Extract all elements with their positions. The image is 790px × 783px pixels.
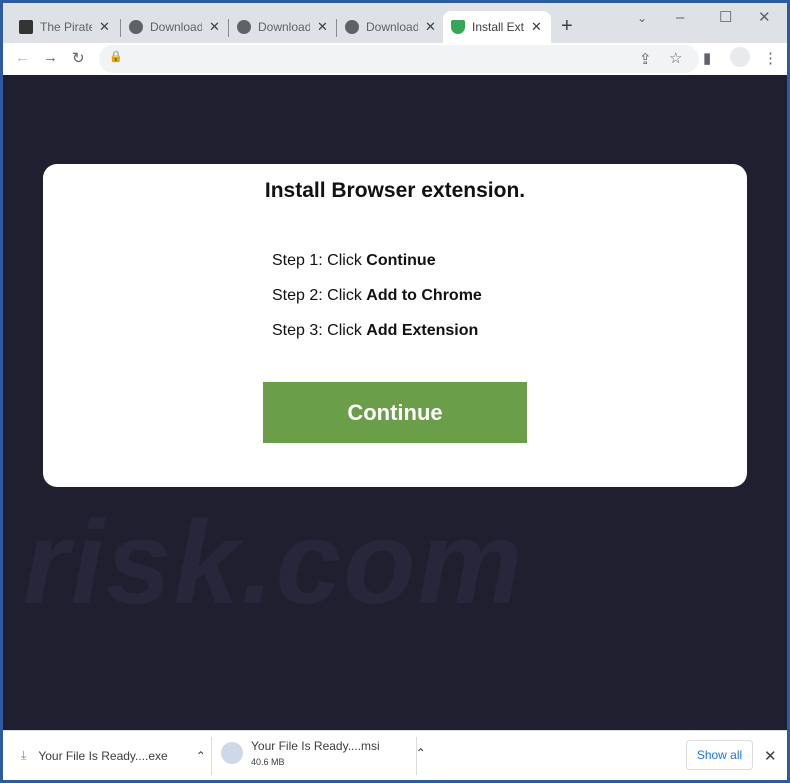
download-bar: ⤓ Your File Is Ready....exe ⌃ Your File Is… — [3, 730, 787, 780]
tab-download-2[interactable]: Download ✕ — [229, 11, 337, 43]
tab-download-3[interactable]: Download ✕ — [337, 11, 445, 43]
close-download-bar-button[interactable]: ✕ — [764, 747, 777, 765]
tab-strip: The Pirate Bay✕ Download✕ Download✕ Down… — [3, 3, 787, 43]
maximize-button[interactable]: ☐ — [719, 8, 732, 26]
close-tab-icon[interactable]: ✕ — [531, 19, 542, 35]
bookmark-star-icon[interactable]: ☆ — [669, 49, 682, 67]
download-item-exe[interactable]: ⤓ Your File Is Ready....exe ⌃ — [21, 748, 206, 763]
tab-install-extension[interactable]: Install Extension✕ — [443, 11, 551, 43]
close-tab-icon[interactable]: ✕ — [317, 19, 328, 35]
installer-icon — [221, 742, 243, 764]
step-2: Step 2: Click Add to Chrome — [272, 287, 482, 304]
profile-avatar[interactable] — [730, 47, 750, 67]
page-title: Install Browser extension. — [264, 179, 526, 202]
forward-button[interactable]: → — [43, 49, 58, 66]
side-panel-icon[interactable]: ▮ — [703, 49, 711, 67]
browser-window: The Pirate Bay✕ Download✕ Download✕ Down… — [3, 3, 787, 780]
show-all-button[interactable]: Show all — [686, 740, 753, 770]
page-content: PC risk.com Install Browser extension. S… — [3, 75, 787, 730]
back-button[interactable]: ← — [15, 49, 30, 66]
close-tab-icon[interactable]: ✕ — [425, 19, 436, 35]
globe-icon — [237, 20, 251, 34]
address-bar[interactable]: 🔒 ⇪ ☆ — [99, 45, 699, 73]
step-3: Step 3: Click Add Extension — [272, 322, 479, 339]
reload-button[interactable]: ↻ — [72, 49, 85, 67]
tab-pirate-bay[interactable]: The Pirate Bay✕ — [11, 11, 119, 43]
chevron-up-icon[interactable]: ⌃ — [416, 746, 426, 760]
close-tab-icon[interactable]: ✕ — [99, 19, 110, 35]
watermark-text: risk.com — [23, 497, 525, 629]
globe-icon — [129, 20, 143, 34]
close-tab-icon[interactable]: ✕ — [209, 19, 220, 35]
download-item-msi[interactable]: Your File Is Ready....msi 40.6 MB ⌃ — [221, 739, 426, 767]
globe-icon — [345, 20, 359, 34]
lock-icon: 🔒 — [109, 51, 123, 63]
step-1: Step 1: Click Continue — [272, 252, 436, 269]
tab-search-button[interactable]: ⌄ — [637, 11, 647, 25]
pirate-ship-icon — [19, 20, 33, 34]
continue-button[interactable]: Continue — [263, 382, 527, 443]
shield-check-icon — [451, 20, 465, 34]
toolbar: ← → ↻ 🔒 ⇪ ☆ ▮ ⋮ — [3, 43, 787, 75]
tab-download-1[interactable]: Download ✕ — [121, 11, 229, 43]
minimize-button[interactable]: – — [676, 9, 684, 26]
chevron-up-icon[interactable]: ⌃ — [196, 749, 206, 763]
close-window-button[interactable]: ✕ — [758, 8, 771, 26]
file-icon: ⤓ — [21, 748, 27, 762]
menu-icon[interactable]: ⋮ — [763, 49, 778, 67]
share-icon[interactable]: ⇪ — [639, 50, 652, 68]
install-card: Install Browser extension. Step 1: Click… — [43, 164, 747, 487]
new-tab-button[interactable]: + — [561, 15, 573, 38]
